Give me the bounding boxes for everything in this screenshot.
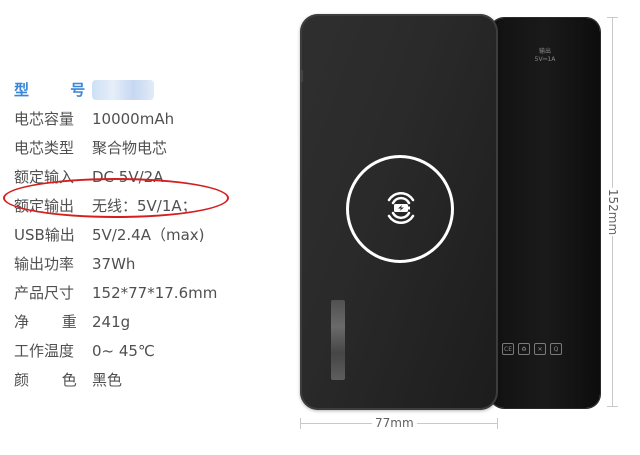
spec-label: 颜 色 [14,371,91,389]
spec-row-temperature: 工作温度 0~ 45℃ [14,336,217,365]
bin-icon: ✕ [534,343,546,355]
spec-value: 5V/2.4A（max) [92,226,205,244]
spec-value: 聚合物电芯 [92,139,168,157]
spec-row-weight: 净 重 241g [14,307,217,336]
spec-value: 0~ 45℃ [92,341,155,360]
width-dimension-label: 77mm [372,416,417,430]
output-highlight-ellipse [3,178,229,218]
spec-label: 电芯类型 [14,139,75,157]
spec-row-model: 型 号 [14,75,217,104]
back-label-line1: 输出 [538,48,551,55]
qi-icon: Q [550,343,562,355]
spec-value: 241g [92,312,131,331]
spec-value: 37Wh [92,254,136,273]
spec-row-cell-type: 电芯类型 聚合物电芯 [14,133,217,162]
back-label-line2: 5V⎓1A [534,56,556,63]
spec-row-size: 产品尺寸 152*77*17.6mm [14,278,217,307]
spec-label: USB输出 [14,226,75,244]
spec-row-capacity: 电芯容量 10000mAh [14,104,217,133]
side-button [300,70,303,82]
spec-label: 产品尺寸 [14,284,75,302]
back-output-label: 输出 5V⎓1A [505,48,585,64]
certification-icons: CE ♻ ✕ Q [502,343,562,355]
spec-label: 电芯容量 [14,110,75,128]
spec-value: 黑色 [92,371,123,389]
height-dimension-label: 152mm [606,188,620,236]
ce-mark-icon: CE [502,343,514,355]
spec-label: 输出功率 [14,255,75,273]
wireless-charge-icon [387,191,415,225]
spec-label: 净 重 [14,313,91,331]
blurred-model-value [92,79,154,100]
spec-row-color: 颜 色 黑色 [14,365,217,394]
spec-label: 型 号 [14,81,104,99]
blurred-logo [331,300,345,380]
spec-row-usb: USB输出 5V/2.4A（max) [14,220,217,249]
spec-row-power: 输出功率 37Wh [14,249,217,278]
spec-list: 型 号 电芯容量 10000mAh 电芯类型 聚合物电芯 额定输入 DC 5V/… [14,75,217,394]
spec-value: 10000mAh [92,109,175,128]
recycle-icon: ♻ [518,343,530,355]
spec-value: 152*77*17.6mm [92,283,218,302]
spec-label: 工作温度 [14,342,75,360]
